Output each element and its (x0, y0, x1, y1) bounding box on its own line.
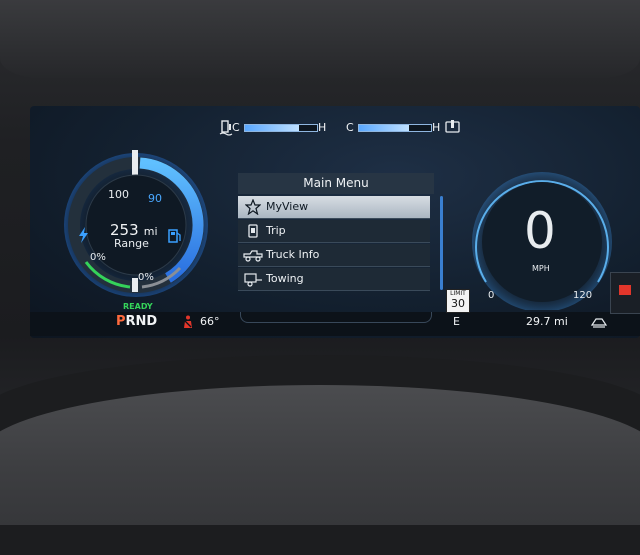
gear-selected: P (116, 314, 126, 329)
status-bar-notch (240, 312, 432, 323)
menu-item-truck-info[interactable]: Truck Info (238, 244, 430, 267)
status-bar: PRND 66° E 29.7 mi (30, 312, 640, 336)
trip-odometer: 29.7 mi (526, 315, 568, 328)
menu-item-towing[interactable]: Towing (238, 268, 430, 291)
outside-temperature: 66° (200, 315, 220, 328)
range-tick-90: 90 (148, 192, 162, 205)
ready-indicator: READY (123, 302, 153, 311)
menu-item-myview[interactable]: MyView (238, 196, 430, 219)
menu-scrollbar[interactable] (440, 196, 443, 290)
range-gauge: 100 90 253 mi Range 0% 0% READY (56, 150, 216, 311)
oil-temp-bar (358, 124, 432, 132)
trip-icon (248, 224, 258, 238)
range-right-percent: 0% (138, 272, 154, 283)
seatbelt-warning-icon (184, 315, 192, 328)
main-menu-title: Main Menu (238, 173, 434, 194)
speed-limit-sign: LIMIT 30 (446, 289, 470, 313)
drive-mode-icon (590, 318, 608, 328)
gear-selector: PRND (116, 313, 157, 331)
speed-min-label: 0 (488, 290, 495, 301)
coolant-temp-fill (245, 125, 299, 131)
oil-hot-label: H (432, 121, 441, 134)
coolant-cold-label: C (232, 121, 240, 134)
star-icon (245, 199, 261, 215)
coolant-temp-bar (244, 124, 318, 132)
trailer-icon (244, 273, 262, 287)
menu-item-truck-info-label: Truck Info (266, 248, 320, 261)
menu-item-myview-label: MyView (266, 200, 309, 213)
right-indicator-panel (610, 272, 640, 314)
oil-temp-icon (445, 120, 460, 133)
oil-cold-label: C (346, 121, 354, 134)
coolant-temp-gauge: C H (218, 118, 328, 138)
warning-light-icon (619, 285, 631, 295)
dash-bezel (0, 0, 640, 78)
speed-unit: MPH (532, 264, 550, 273)
speed-limit-value: 30 (451, 297, 465, 310)
oil-temp-gauge: C H (346, 118, 462, 138)
menu-item-trip-label: Trip (266, 224, 286, 237)
oil-temp-fill (359, 125, 410, 131)
range-left-percent: 0% (90, 252, 106, 263)
menu-item-towing-label: Towing (266, 272, 304, 285)
speed-max-label: 120 (573, 290, 593, 301)
fuel-pump-icon (168, 229, 181, 243)
speedometer: 0 MPH 0 120 (462, 170, 620, 310)
charge-bolt-icon (79, 227, 88, 243)
truck-icon (243, 250, 263, 262)
range-tick-100: 100 (108, 188, 129, 201)
coolant-hot-label: H (318, 121, 327, 134)
range-label: Range (114, 237, 149, 250)
menu-item-trip[interactable]: Trip (238, 220, 430, 243)
steering-wheel-rim (0, 385, 640, 525)
compass-heading: E (453, 315, 460, 328)
gear-rest: RND (125, 314, 158, 329)
speed-value: 0 (524, 202, 556, 260)
main-menu: Main Menu MyView Trip Truck Info Towing (238, 173, 434, 291)
